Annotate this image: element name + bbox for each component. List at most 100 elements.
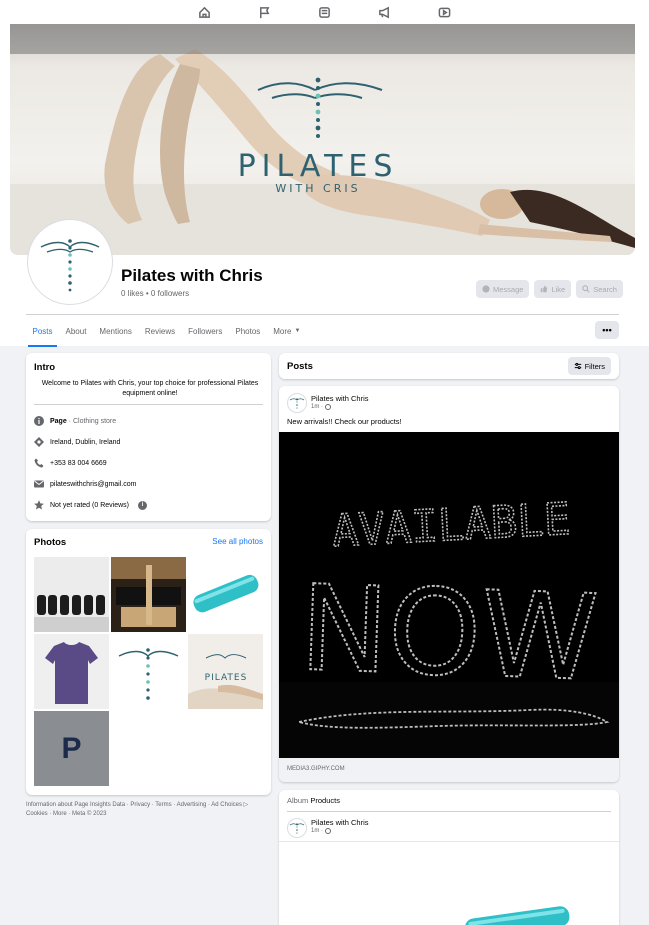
photos-title: Photos xyxy=(34,537,67,548)
info-icon xyxy=(34,416,44,426)
post-author-avatar[interactable] xyxy=(287,818,307,838)
location-text[interactable]: Ireland, Dublin, Ireland xyxy=(50,439,120,446)
home-icon[interactable] xyxy=(198,5,212,19)
post-gif[interactable]: AVAILABLE NOW xyxy=(279,432,619,758)
tab-label: Followers xyxy=(188,326,223,336)
post-author-name[interactable]: Pilates with Chris xyxy=(311,818,369,827)
page-header: PILATES WITH CRIS Pilates with Chris 0 l… xyxy=(0,24,649,347)
page-avatar[interactable] xyxy=(28,220,112,304)
cover-photo[interactable]: PILATES WITH CRIS xyxy=(10,24,635,255)
rating-info-icon[interactable]: i xyxy=(137,500,147,510)
megaphone-icon[interactable] xyxy=(378,5,392,19)
messenger-icon xyxy=(482,285,490,293)
album-name[interactable]: Products xyxy=(310,796,340,805)
page-type-label: Page xyxy=(50,417,67,425)
post-text: New arrivals!! Check our products! xyxy=(287,417,402,426)
tab-more[interactable]: More ▼ xyxy=(267,318,307,344)
post-divider xyxy=(279,841,619,842)
photo-tshirt[interactable] xyxy=(34,634,109,709)
tab-photos[interactable]: Photos xyxy=(229,318,267,344)
like-label: Like xyxy=(551,284,566,294)
globe-icon xyxy=(325,404,331,410)
intro-bio: Welcome to Pilates with Chris, your top … xyxy=(41,380,259,397)
album-divider xyxy=(287,811,611,812)
album-line: Album Products xyxy=(287,796,340,805)
cover-brand-bottom: WITH CRIS xyxy=(275,182,360,195)
footer-line-1[interactable]: Information about Page Insights Data · P… xyxy=(26,801,271,810)
search-icon xyxy=(582,285,590,293)
tab-label: Mentions xyxy=(99,326,132,336)
post-time: 1m · xyxy=(311,404,323,410)
page-tabs: Posts About Mentions Reviews Followers P… xyxy=(26,318,307,347)
footer-links: Information about Page Insights Data · P… xyxy=(26,801,271,818)
page-category: · Clothing store xyxy=(66,417,117,425)
rating-text: Not yet rated (0 Reviews) xyxy=(50,501,129,509)
photo-grid: PILATES P xyxy=(34,557,263,786)
filters-button[interactable]: Filters xyxy=(567,357,611,375)
placeholder-letter: P xyxy=(61,731,82,765)
email-text[interactable]: pilateswithchris@gmail.com xyxy=(50,481,136,488)
caret-down-icon: ▼ xyxy=(294,328,301,334)
link-domain: MEDIA3.GIPHY.COM xyxy=(287,766,345,772)
gif-text-now: NOW xyxy=(298,559,600,707)
photo-reformer[interactable] xyxy=(111,557,186,632)
cover-overlay xyxy=(10,24,635,54)
footer-line-2[interactable]: Cookies · More · Meta © 2023 xyxy=(26,810,271,819)
rating-row: Not yet rated (0 Reviews) i xyxy=(34,500,147,510)
photo-logo[interactable] xyxy=(111,634,186,709)
page-actions: Message Like Search xyxy=(476,280,623,298)
email-icon xyxy=(34,479,44,489)
thumbs-up-icon xyxy=(541,285,548,293)
tab-mentions[interactable]: Mentions xyxy=(93,318,138,344)
svg-text:PILATES: PILATES xyxy=(205,673,248,683)
like-button[interactable]: Like xyxy=(534,280,572,298)
photo-dumbbells[interactable] xyxy=(34,557,109,632)
header-divider xyxy=(26,314,619,315)
phone-text[interactable]: +353 83 004 6669 xyxy=(50,460,107,467)
flag-icon[interactable] xyxy=(258,5,272,19)
location-icon xyxy=(34,437,44,447)
message-button[interactable]: Message xyxy=(476,280,530,298)
tab-followers[interactable]: Followers xyxy=(182,318,229,344)
album-prefix: Album xyxy=(287,796,309,805)
photo-cover[interactable]: PILATES xyxy=(188,634,263,709)
photo-placeholder[interactable]: P xyxy=(34,711,109,786)
search-button[interactable]: Search xyxy=(576,280,623,298)
page-title: Pilates with Chris xyxy=(121,266,263,285)
intro-card: Intro Welcome to Pilates with Chris, you… xyxy=(26,353,271,521)
tab-label: Posts xyxy=(32,326,53,336)
tab-label: Reviews xyxy=(144,326,176,336)
photos-card: Photos See all photos PILATES P xyxy=(26,529,271,795)
product-image-foam-roller[interactable] xyxy=(464,902,574,925)
location-row: Ireland, Dublin, Ireland xyxy=(34,437,120,447)
top-navigation xyxy=(0,0,649,24)
tab-label: More xyxy=(273,326,292,336)
post-timestamp[interactable]: 1m · xyxy=(311,404,331,410)
globe-icon xyxy=(325,828,331,834)
see-all-photos-link[interactable]: See all photos xyxy=(212,537,263,546)
post-author-avatar[interactable] xyxy=(287,393,307,413)
watch-icon[interactable] xyxy=(438,5,452,19)
tab-label: Photos xyxy=(235,326,261,336)
post-card: Pilates with Chris 1m · New arrivals!! C… xyxy=(279,386,619,782)
tab-posts[interactable]: Posts xyxy=(26,318,59,347)
post-author-name[interactable]: Pilates with Chris xyxy=(311,394,369,403)
more-options-button[interactable]: ••• xyxy=(595,321,619,339)
photo-foam-roller[interactable] xyxy=(188,557,263,632)
tab-about[interactable]: About xyxy=(59,318,93,344)
link-preview-bar[interactable]: MEDIA3.GIPHY.COM xyxy=(279,758,619,782)
phone-icon xyxy=(34,458,44,468)
phone-row: +353 83 004 6669 xyxy=(34,458,107,468)
page-category-row: Page · Clothing store xyxy=(34,416,116,426)
tab-label: About xyxy=(65,326,87,336)
filters-label: Filters xyxy=(584,361,605,371)
post-timestamp[interactable]: 1m · xyxy=(311,828,331,834)
page-stats: 0 likes • 0 followers xyxy=(121,289,190,298)
posts-title: Posts xyxy=(287,361,313,372)
star-icon xyxy=(34,500,44,510)
cover-brand-top: PILATES xyxy=(238,149,399,184)
tab-reviews[interactable]: Reviews xyxy=(138,318,181,344)
intro-title: Intro xyxy=(34,362,56,373)
intro-divider xyxy=(34,404,263,405)
marketplace-icon[interactable] xyxy=(318,5,332,19)
